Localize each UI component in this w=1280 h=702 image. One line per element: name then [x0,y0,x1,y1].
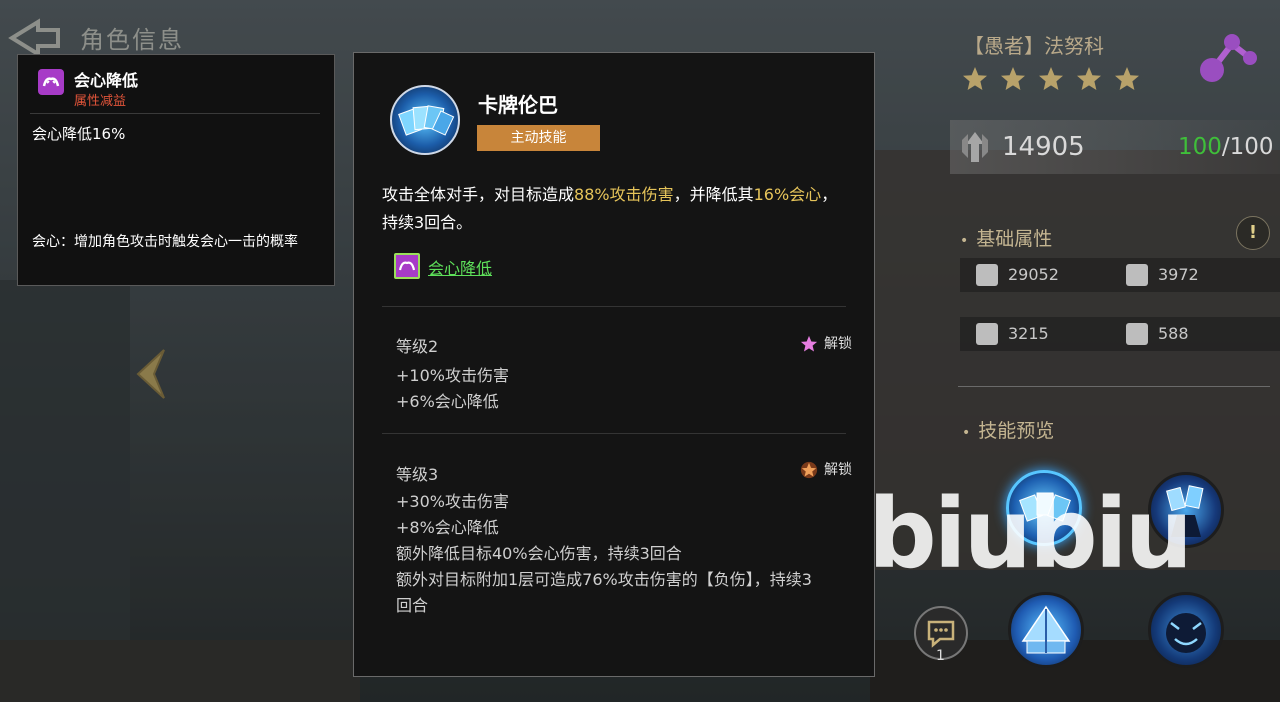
skill-detail-popup: 卡牌伦巴 主动技能 攻击全体对手，对目标造成88%攻击伤害，并降低其16%会心，… [353,52,875,677]
level-2-unlock: 解锁 [800,333,852,353]
level-3-effect-line: +8%会心降低 [396,518,499,537]
back-button[interactable] [8,18,64,58]
tooltip-divider [30,113,320,114]
level-3-effects: +30%攻击伤害 +8%会心降低 额外降低目标40%会心伤害，持续3回合 额外对… [396,489,866,619]
level-2-effect-line: +6%会心降低 [396,392,499,411]
share-icon [1200,34,1257,82]
orange-star-icon [800,461,818,479]
character-stars [962,66,1152,96]
combat-power-icon [958,130,992,164]
combat-power-value: 14905 [1002,132,1085,162]
skill-description: 攻击全体对手，对目标造成88%攻击伤害，并降低其16%会心，持续3回合。 [382,181,852,237]
level-2-effect-line: +10%攻击伤害 [396,366,509,385]
skill-preview-label: 技能预览 [962,416,1054,443]
section-divider [958,386,1270,387]
sword-icon [1126,264,1148,286]
crit-down-icon [394,253,420,279]
stats-info-button[interactable]: ! [1236,216,1270,250]
debuff-note: 会心：增加角色攻击时触发会心一击的概率 [32,234,298,250]
stat-row-2: 3215 588 [960,317,1280,351]
level-2-effects: +10%攻击伤害 +6%会心降低 [396,363,866,415]
energy-value: 100/100 [1178,134,1274,160]
hp-value: 29052 [1008,265,1059,284]
debuff-title: 会心降低 [74,71,139,90]
attack-value: 3972 [1158,265,1199,284]
card-rumba-skill-icon [390,85,460,155]
star-icon [963,67,987,90]
crit-down-icon [38,69,64,95]
debuff-effect: 会心降低16% [32,125,126,143]
level-3-effect-line: +30%攻击伤害 [396,492,509,511]
star-icon [1115,67,1139,90]
speed-value: 588 [1158,324,1189,343]
pink-star-icon [800,335,818,352]
speed-icon [1126,323,1148,345]
defense-value: 3215 [1008,324,1049,343]
heart-icon [976,264,998,286]
stat-row-1: 29052 3972 [960,258,1280,292]
skill-dark-face-button[interactable] [1148,592,1224,668]
grinning-face-icon [1166,613,1206,653]
chat-count: 1 [936,648,945,664]
watermark-logo: biubiu [868,478,1193,590]
chevron-left-icon [136,349,165,399]
base-stats-label: 基础属性 [960,224,1052,251]
skill-type-tag: 主动技能 [477,125,600,151]
skill-circus-tent-button[interactable] [1008,592,1084,668]
star-icon [1001,67,1025,90]
level-2-title: 等级2 [396,337,439,356]
level-3-unlock-label: 解锁 [824,462,852,478]
page-title: 角色信息 [80,26,184,54]
previous-character-button[interactable] [130,346,170,402]
star-icon [1077,67,1101,90]
skill-name: 卡牌伦巴 [478,93,558,117]
desc-crit-highlight: 16%会心 [753,185,822,204]
desc-damage-highlight: 88%攻击伤害 [574,185,674,204]
star-icon [1039,67,1063,90]
level-3-effect-line: 额外降低目标40%会心伤害，持续3回合 [396,544,682,563]
level-3-effect-line: 额外对目标附加1层可造成76%攻击伤害的【负伤】，持续3回合 [396,570,812,615]
section-divider [382,433,846,434]
circus-tent-icon [1021,605,1071,654]
section-divider [382,306,846,307]
share-button[interactable] [1192,24,1262,90]
desc-part: 攻击全体对手，对目标造成 [382,185,575,204]
debuff-subtitle: 属性减益 [74,94,127,109]
energy-max: /100 [1221,134,1274,160]
character-name: 【愚者】法努科 [964,34,1104,58]
debuff-tooltip: 会心降低 属性减益 会心降低16% 会心：增加角色攻击时触发会心一击的概率 [17,54,335,286]
shield-icon [976,323,998,345]
crit-down-effect-label: 会心降低 [428,259,493,278]
desc-part: ，并降低其 [673,185,754,204]
level-3-title: 等级3 [396,465,439,484]
back-arrow-icon [8,18,60,58]
level-2-unlock-label: 解锁 [824,336,852,352]
level-3-unlock: 解锁 [800,459,852,479]
energy-current: 100 [1178,134,1222,160]
